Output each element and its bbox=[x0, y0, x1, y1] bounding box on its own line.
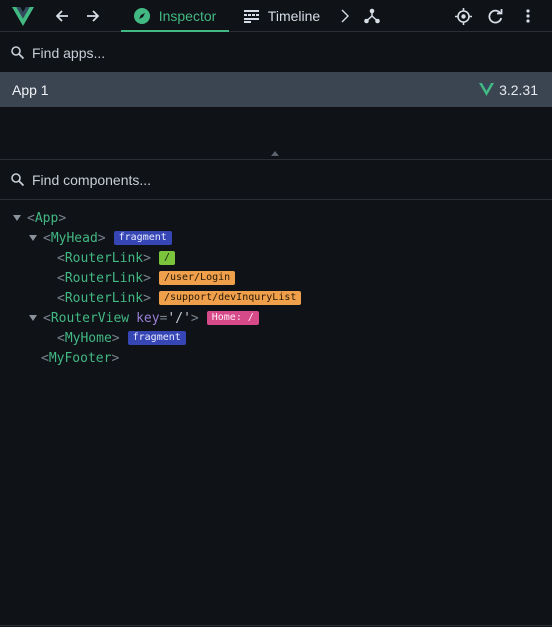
crosshair-icon[interactable] bbox=[453, 0, 473, 32]
route-badge: / bbox=[158, 251, 175, 265]
component-name: RouterView bbox=[50, 310, 130, 326]
app-search-input[interactable] bbox=[32, 44, 512, 61]
component-name: RouterLink bbox=[64, 290, 144, 306]
tree-node-myhead[interactable]: < MyHead > fragment bbox=[0, 228, 552, 248]
tab-timeline[interactable]: Timeline bbox=[236, 0, 328, 32]
refresh-icon[interactable] bbox=[485, 0, 505, 32]
caret-down-icon[interactable] bbox=[29, 314, 37, 322]
route-badge: Home: / bbox=[206, 311, 259, 325]
split-pane-handle[interactable] bbox=[268, 148, 282, 158]
component-name: MyHome bbox=[64, 330, 112, 346]
caret-down-icon[interactable] bbox=[29, 234, 37, 242]
compass-icon bbox=[133, 8, 150, 24]
component-name: MyHead bbox=[50, 230, 98, 246]
tab-inspector[interactable]: Inspector bbox=[121, 0, 229, 32]
tree-node-routerview[interactable]: < RouterView key = '/' > Home: / bbox=[0, 308, 552, 328]
search-icon bbox=[11, 173, 24, 186]
route-badge: /user/Login bbox=[158, 271, 236, 285]
tree-node-routerlink[interactable]: < RouterLink > /support/devInquryList bbox=[0, 288, 552, 308]
component-name: MyFooter bbox=[48, 350, 112, 366]
key-attr-value: '/' bbox=[167, 310, 191, 326]
component-search bbox=[0, 160, 552, 199]
key-attr-name: key bbox=[136, 310, 160, 326]
tree-node-app[interactable]: < App > bbox=[0, 208, 552, 228]
component-graph-icon[interactable] bbox=[362, 0, 382, 32]
app-name: App 1 bbox=[12, 81, 49, 98]
bottom-divider bbox=[0, 625, 552, 626]
fragment-badge: fragment bbox=[127, 331, 186, 345]
timeline-icon bbox=[243, 9, 259, 23]
search-divider bbox=[0, 199, 552, 200]
search-icon bbox=[11, 46, 24, 59]
vue-logo-icon bbox=[479, 83, 495, 96]
more-vertical-icon[interactable] bbox=[518, 0, 538, 32]
tree-node-myhome[interactable]: < MyHome > fragment bbox=[0, 328, 552, 348]
component-search-input[interactable] bbox=[32, 171, 512, 188]
tab-inspector-label: Inspector bbox=[158, 8, 217, 24]
route-badge: /support/devInquryList bbox=[158, 291, 302, 305]
chevron-right-icon[interactable] bbox=[338, 0, 352, 32]
component-tree: < App > < MyHead > fragment < RouterLink > / <… bbox=[0, 208, 552, 368]
caret-down-icon[interactable] bbox=[13, 214, 21, 222]
component-name: App bbox=[34, 210, 59, 226]
arrow-left-icon[interactable] bbox=[52, 0, 72, 32]
app-version: 3.2.31 bbox=[499, 81, 538, 98]
tab-timeline-label: Timeline bbox=[267, 8, 321, 24]
caret-up-icon bbox=[271, 150, 279, 156]
tab-active-indicator bbox=[121, 30, 229, 32]
toolbar: Inspector Timeline bbox=[0, 0, 552, 32]
component-name: RouterLink bbox=[64, 270, 144, 286]
app-list-item[interactable]: App 1 3.2.31 bbox=[0, 72, 552, 107]
tree-node-routerlink[interactable]: < RouterLink > /user/Login bbox=[0, 268, 552, 288]
vue-logo-icon[interactable] bbox=[10, 0, 36, 32]
fragment-badge: fragment bbox=[113, 231, 172, 245]
tree-node-myfooter[interactable]: < MyFooter > bbox=[0, 348, 552, 368]
tree-node-routerlink[interactable]: < RouterLink > / bbox=[0, 248, 552, 268]
component-name: RouterLink bbox=[64, 250, 144, 266]
app-search bbox=[0, 33, 552, 72]
arrow-right-icon[interactable] bbox=[83, 0, 103, 32]
